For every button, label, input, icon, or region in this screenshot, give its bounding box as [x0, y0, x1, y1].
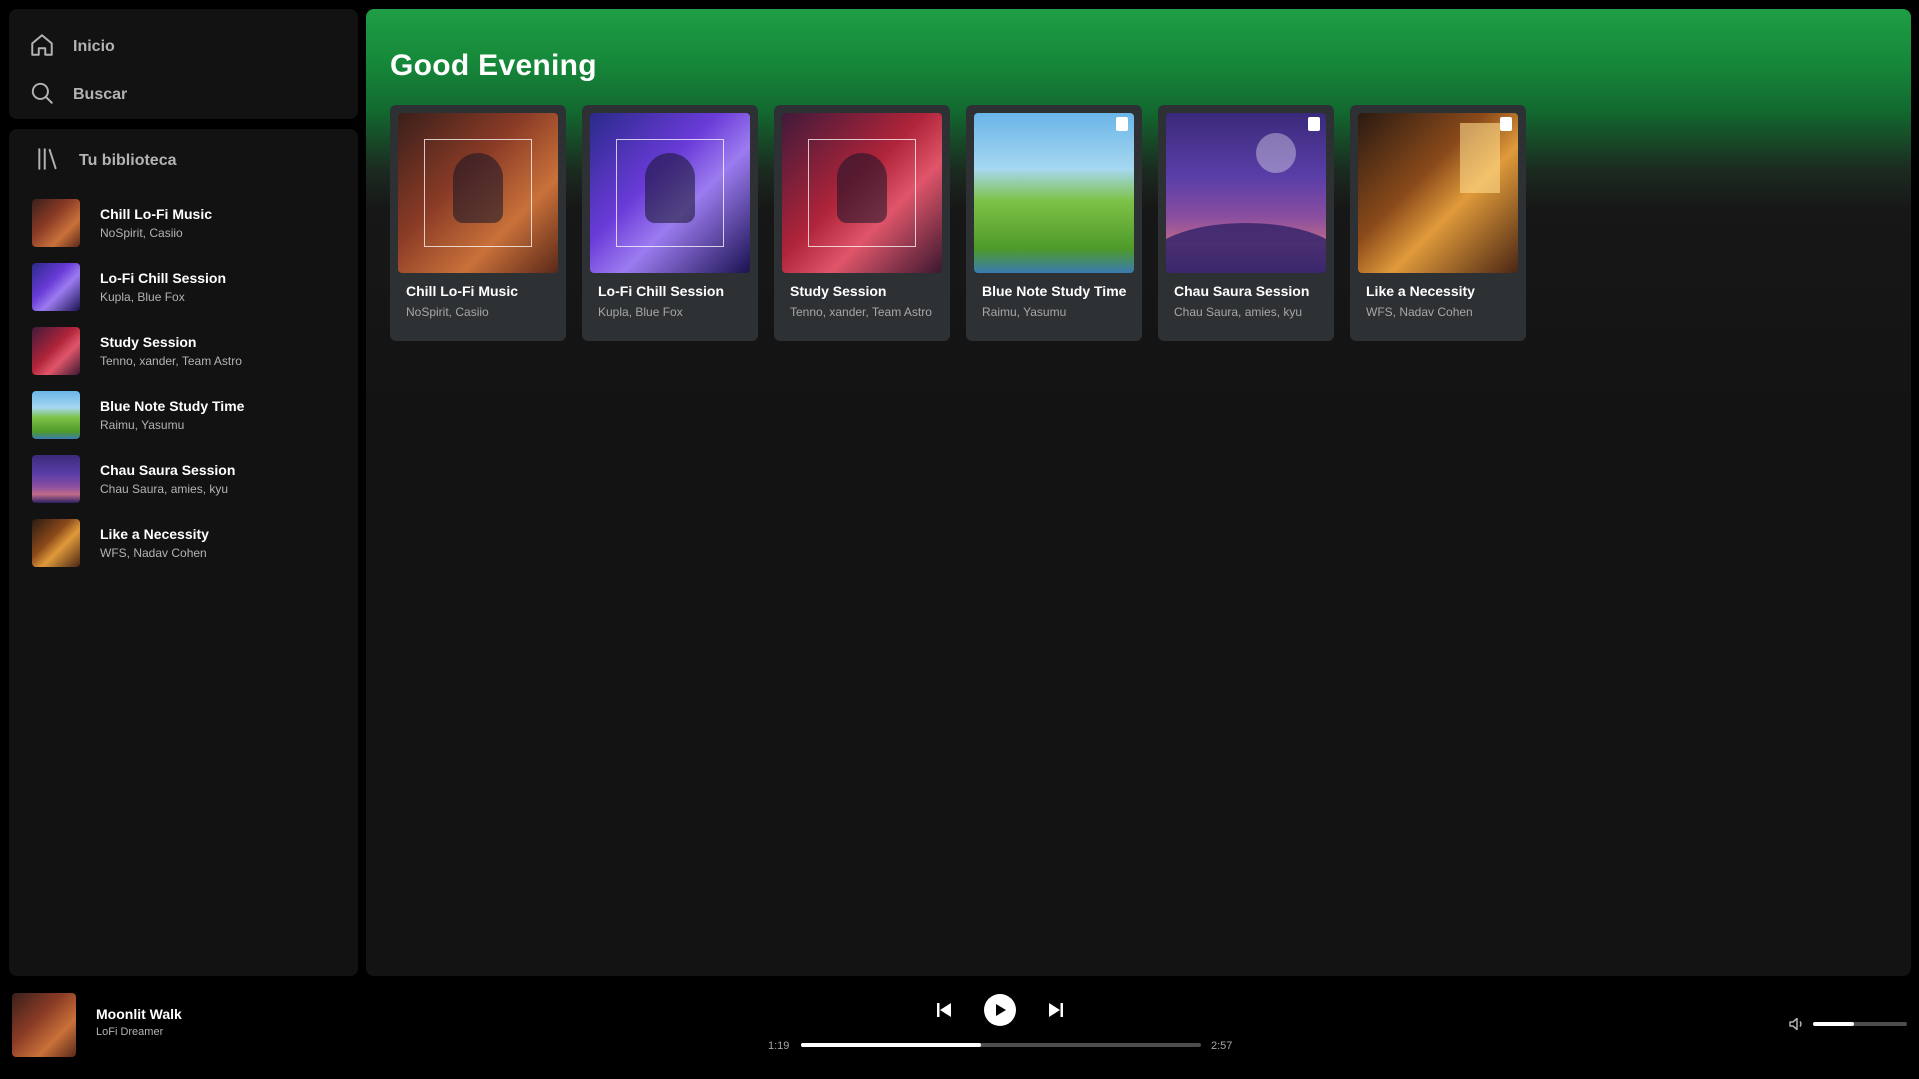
- library-item-artists: WFS, Nadav Cohen: [100, 546, 207, 560]
- skip-forward-icon: [1049, 1003, 1063, 1017]
- card-artists: NoSpirit, Casiio: [406, 305, 489, 319]
- library-header[interactable]: Tu biblioteca: [23, 145, 344, 177]
- nav-search[interactable]: Buscar: [29, 71, 338, 119]
- progress-bar[interactable]: [801, 1043, 1201, 1047]
- playlist-cover: [974, 113, 1134, 273]
- library-item-name: Like a Necessity: [100, 526, 209, 542]
- next-button[interactable]: [1046, 1000, 1066, 1020]
- library-item-name: Study Session: [100, 334, 197, 350]
- playlist-cover: [32, 391, 80, 439]
- sidebar-nav: Inicio Buscar: [9, 9, 358, 119]
- library-item-artists: Chau Saura, amies, kyu: [100, 482, 229, 496]
- playlist-cover: [32, 519, 80, 567]
- card-title: Blue Note Study Time: [982, 283, 1127, 299]
- music-app: Inicio Buscar Tu biblioteca Chill Lo-Fi …: [0, 0, 1919, 1079]
- play-button[interactable]: [984, 994, 1016, 1026]
- current-time: 1:19: [768, 1040, 790, 1052]
- library-icon: [35, 146, 61, 177]
- playlist-cover: [1358, 113, 1518, 273]
- card-artists: Raimu, Yasumu: [982, 305, 1067, 319]
- now-playing-artist[interactable]: LoFi Dreamer: [96, 1026, 163, 1038]
- playlist-cover: [32, 263, 80, 311]
- track-duration: 2:57: [1211, 1040, 1233, 1052]
- playlist-cover: [782, 113, 942, 273]
- skip-back-icon: [937, 1003, 951, 1017]
- library-item[interactable]: Study Session Tenno, xander, Team Astro: [23, 319, 344, 383]
- previous-button[interactable]: [934, 1000, 954, 1020]
- playlist-cover: [590, 113, 750, 273]
- playlist-cover: [32, 199, 80, 247]
- playlist-card[interactable]: Like a Necessity WFS, Nadav Cohen: [1350, 105, 1526, 341]
- card-artists: WFS, Nadav Cohen: [1366, 305, 1473, 319]
- playlist-card[interactable]: Chill Lo-Fi Music NoSpirit, Casiio: [390, 105, 566, 341]
- library-panel: Tu biblioteca Chill Lo-Fi Music NoSpirit…: [9, 129, 358, 976]
- card-title: Study Session: [790, 283, 887, 299]
- card-artists: Chau Saura, amies, kyu: [1174, 305, 1303, 319]
- volume-fill: [1813, 1022, 1855, 1026]
- library-item-artists: NoSpirit, Casiio: [100, 226, 183, 240]
- library-item-artists: Tenno, xander, Team Astro: [100, 354, 242, 368]
- playlist-cover: [398, 113, 558, 273]
- volume-slider[interactable]: [1813, 1022, 1907, 1026]
- now-playing-title[interactable]: Moonlit Walk: [96, 1006, 182, 1022]
- library-item-artists: Kupla, Blue Fox: [100, 290, 185, 304]
- nav-home[interactable]: Inicio: [29, 23, 338, 71]
- library-item-name: Chill Lo-Fi Music: [100, 206, 212, 222]
- progress-fill: [801, 1043, 981, 1047]
- home-icon: [29, 32, 55, 63]
- library-item[interactable]: Blue Note Study Time Raimu, Yasumu: [23, 383, 344, 447]
- playlist-cover: [32, 455, 80, 503]
- playlist-grid: Chill Lo-Fi Music NoSpirit, Casiio Lo-Fi…: [390, 105, 1887, 341]
- now-playing-cover[interactable]: [12, 993, 76, 1057]
- playlist-cover: [1166, 113, 1326, 273]
- card-title: Chau Saura Session: [1174, 283, 1310, 299]
- library-item[interactable]: Like a Necessity WFS, Nadav Cohen: [23, 511, 344, 575]
- library-item[interactable]: Lo-Fi Chill Session Kupla, Blue Fox: [23, 255, 344, 319]
- volume-button[interactable]: [1788, 1015, 1806, 1033]
- page-title: Good Evening: [390, 49, 597, 82]
- library-item-name: Chau Saura Session: [100, 462, 236, 478]
- library-item-artists: Raimu, Yasumu: [100, 418, 185, 432]
- main-content: Good Evening Chill Lo-Fi Music NoSpirit,…: [366, 9, 1911, 976]
- playlist-card[interactable]: Chau Saura Session Chau Saura, amies, ky…: [1158, 105, 1334, 341]
- library-item-name: Lo-Fi Chill Session: [100, 270, 227, 286]
- player-bar: Moonlit Walk LoFi Dreamer 1:19 2:57: [0, 984, 1919, 1079]
- play-icon: [996, 1004, 1006, 1016]
- library-item-name: Blue Note Study Time: [100, 398, 245, 414]
- card-title: Lo-Fi Chill Session: [598, 283, 725, 299]
- card-title: Like a Necessity: [1366, 283, 1475, 299]
- library-item[interactable]: Chau Saura Session Chau Saura, amies, ky…: [23, 447, 344, 511]
- card-artists: Kupla, Blue Fox: [598, 305, 683, 319]
- library-title: Tu biblioteca: [79, 152, 177, 169]
- nav-home-label: Inicio: [73, 38, 115, 55]
- playlist-card[interactable]: Blue Note Study Time Raimu, Yasumu: [966, 105, 1142, 341]
- playlist-card[interactable]: Study Session Tenno, xander, Team Astro: [774, 105, 950, 341]
- nav-search-label: Buscar: [73, 86, 128, 103]
- library-item[interactable]: Chill Lo-Fi Music NoSpirit, Casiio: [23, 191, 344, 255]
- card-title: Chill Lo-Fi Music: [406, 283, 518, 299]
- card-artists: Tenno, xander, Team Astro: [790, 305, 932, 319]
- search-icon: [29, 80, 55, 111]
- playlist-card[interactable]: Lo-Fi Chill Session Kupla, Blue Fox: [582, 105, 758, 341]
- volume-icon: [1789, 1017, 1802, 1031]
- playlist-cover: [32, 327, 80, 375]
